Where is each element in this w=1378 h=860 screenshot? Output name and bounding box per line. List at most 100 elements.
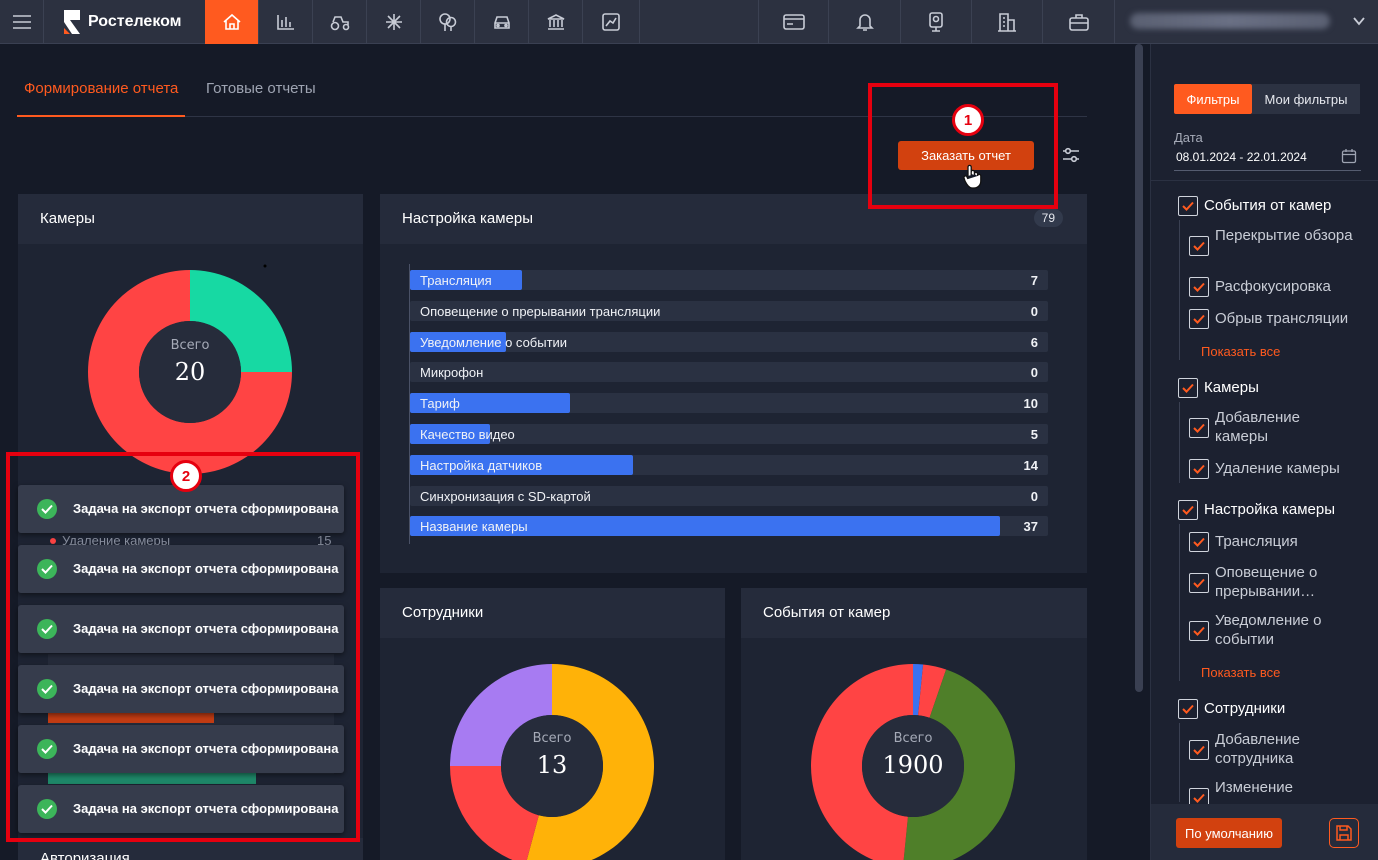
filter-item-label: Обрыв трансляции xyxy=(1215,310,1349,327)
bar-row[interactable]: Микрофон 0 xyxy=(410,362,1048,383)
brand-logo[interactable]: Ростелеком xyxy=(62,0,182,44)
camera-settings-card: Настройка камеры 79 Трансляция 7 Оповещени… xyxy=(380,194,1087,573)
building-icon xyxy=(998,13,1016,32)
group-checkbox[interactable] xyxy=(1178,699,1198,719)
filter-checkbox[interactable] xyxy=(1189,459,1209,479)
group-checkbox[interactable] xyxy=(1178,378,1198,398)
nav-environment[interactable] xyxy=(421,0,475,44)
bar-row[interactable]: Синхронизация с SD-картой 0 xyxy=(410,485,1048,506)
filter-checkbox[interactable] xyxy=(1189,740,1209,760)
filters-panel: Фильтры Мои фильтры Дата 08.01.2024 - 22… xyxy=(1150,44,1378,860)
nav-climate[interactable] xyxy=(367,0,421,44)
car-icon xyxy=(493,16,510,29)
card-body: Всего 13 xyxy=(380,638,725,860)
bar-row[interactable]: Тариф 10 xyxy=(410,393,1048,414)
employees-card: Сотрудники Всего 13 xyxy=(380,588,725,860)
tree-line xyxy=(1179,402,1180,483)
camera-icon xyxy=(929,12,943,32)
filter-group-label: Настройка камеры xyxy=(1204,501,1336,518)
main-scrollbar[interactable] xyxy=(1135,44,1143,692)
card-title: Камеры xyxy=(40,210,95,227)
show-all-link[interactable]: Показать все xyxy=(1201,344,1280,359)
filter-item-label: Изменение xyxy=(1215,779,1293,796)
filter-group-label: Камеры xyxy=(1204,379,1259,396)
nav-cameras[interactable] xyxy=(901,0,972,44)
filter-group-label: Сотрудники xyxy=(1204,700,1286,717)
menu-icon[interactable] xyxy=(0,0,44,44)
nav-agriculture[interactable] xyxy=(313,0,367,44)
filter-item-label: Добавление сотрудника xyxy=(1215,731,1300,767)
filter-item-label: Расфокусировка xyxy=(1215,278,1331,295)
bar-row[interactable]: Оповещение о прерывании трансляции 0 xyxy=(410,300,1048,321)
annotation-marker-2: 2 xyxy=(170,460,202,492)
bar-label: Название камеры xyxy=(420,519,528,535)
group-checkbox[interactable] xyxy=(1178,500,1198,520)
nav-reports[interactable] xyxy=(583,0,640,44)
bar-chart-icon xyxy=(276,15,294,30)
filter-checkbox[interactable] xyxy=(1189,309,1209,329)
snowflake-icon xyxy=(385,14,402,30)
bar-label: Настройка датчиков xyxy=(420,457,543,473)
bar-label: Микрофон xyxy=(420,365,484,381)
cameras-total-label: Всего xyxy=(170,338,210,353)
card-icon xyxy=(782,14,805,30)
nav-notifications[interactable] xyxy=(829,0,901,44)
default-button[interactable]: По умолчанию xyxy=(1176,818,1282,848)
bar-label: Тариф xyxy=(420,396,460,412)
calendar-icon[interactable] xyxy=(1341,148,1357,169)
home-icon xyxy=(222,13,241,30)
bar-value: 5 xyxy=(1030,427,1038,442)
card-header: События от камер xyxy=(741,588,1087,638)
events-total-label: Всего xyxy=(893,731,933,746)
annotation-box-2 xyxy=(6,452,360,842)
save-filter-button[interactable] xyxy=(1329,818,1359,848)
bar-label: Трансляция xyxy=(420,273,492,288)
bank-icon xyxy=(547,14,564,30)
nav-government[interactable] xyxy=(529,0,583,44)
filter-checkbox[interactable] xyxy=(1189,621,1209,641)
bar-row[interactable]: Уведомление о событии 6 xyxy=(410,331,1048,352)
bar-value: 0 xyxy=(1030,303,1038,319)
nav-home[interactable] xyxy=(205,0,259,44)
nav-billing[interactable] xyxy=(758,0,829,44)
bar-row[interactable]: Трансляция 7 xyxy=(410,270,1048,290)
sliders-icon[interactable] xyxy=(1062,146,1080,169)
filter-checkbox[interactable] xyxy=(1189,418,1209,438)
filters-divider xyxy=(1151,180,1378,181)
filter-checkbox[interactable] xyxy=(1189,277,1209,297)
filter-item-label: Добавление камеры xyxy=(1215,409,1300,445)
group-checkbox[interactable] xyxy=(1178,196,1198,216)
bell-icon xyxy=(855,14,874,31)
tab-filters[interactable]: Фильтры xyxy=(1174,84,1252,114)
filter-item-label: Уведомление о событии xyxy=(1215,612,1322,648)
tab-my-filters[interactable]: Мои фильтры xyxy=(1252,84,1360,114)
bar-row[interactable]: Настройка датчиков 14 xyxy=(410,454,1048,475)
chevron-down-icon[interactable] xyxy=(1352,14,1366,33)
filter-checkbox[interactable] xyxy=(1189,573,1209,593)
card-title: Настройка камеры xyxy=(402,210,534,227)
bar-row[interactable]: Качество видео 5 xyxy=(410,424,1048,444)
bar-row[interactable]: Название камеры 37 xyxy=(410,516,1048,537)
filter-item-label: Удаление камеры xyxy=(1215,460,1340,477)
annotation-marker-1: 1 xyxy=(952,104,984,136)
tab-ready-reports[interactable]: Готовые отчеты xyxy=(206,80,316,97)
chart-dot xyxy=(263,264,267,268)
tree-line xyxy=(1179,723,1180,802)
nav-business[interactable] xyxy=(1043,0,1115,44)
nav-buildings[interactable] xyxy=(972,0,1043,44)
nav-analytics[interactable] xyxy=(259,0,313,44)
cameras-total-value: 20 xyxy=(174,358,206,386)
bar-value: 0 xyxy=(1030,488,1038,504)
tab-report-builder[interactable]: Формирование отчета xyxy=(24,80,178,97)
filter-checkbox[interactable] xyxy=(1189,236,1209,256)
filter-checkbox[interactable] xyxy=(1189,532,1209,552)
show-all-link[interactable]: Показать все xyxy=(1201,665,1280,680)
events-total-value: 1900 xyxy=(882,751,944,779)
bar-value: 10 xyxy=(1023,396,1038,412)
nav-transport[interactable] xyxy=(475,0,529,44)
bar-value: 0 xyxy=(1030,365,1038,381)
rostelecom-logo-icon xyxy=(62,8,82,36)
user-email[interactable] xyxy=(1130,13,1330,29)
date-range-input[interactable]: 08.01.2024 - 22.01.2024 xyxy=(1176,150,1307,164)
filter-item-label: Оповещение о прерывании… xyxy=(1215,564,1318,600)
